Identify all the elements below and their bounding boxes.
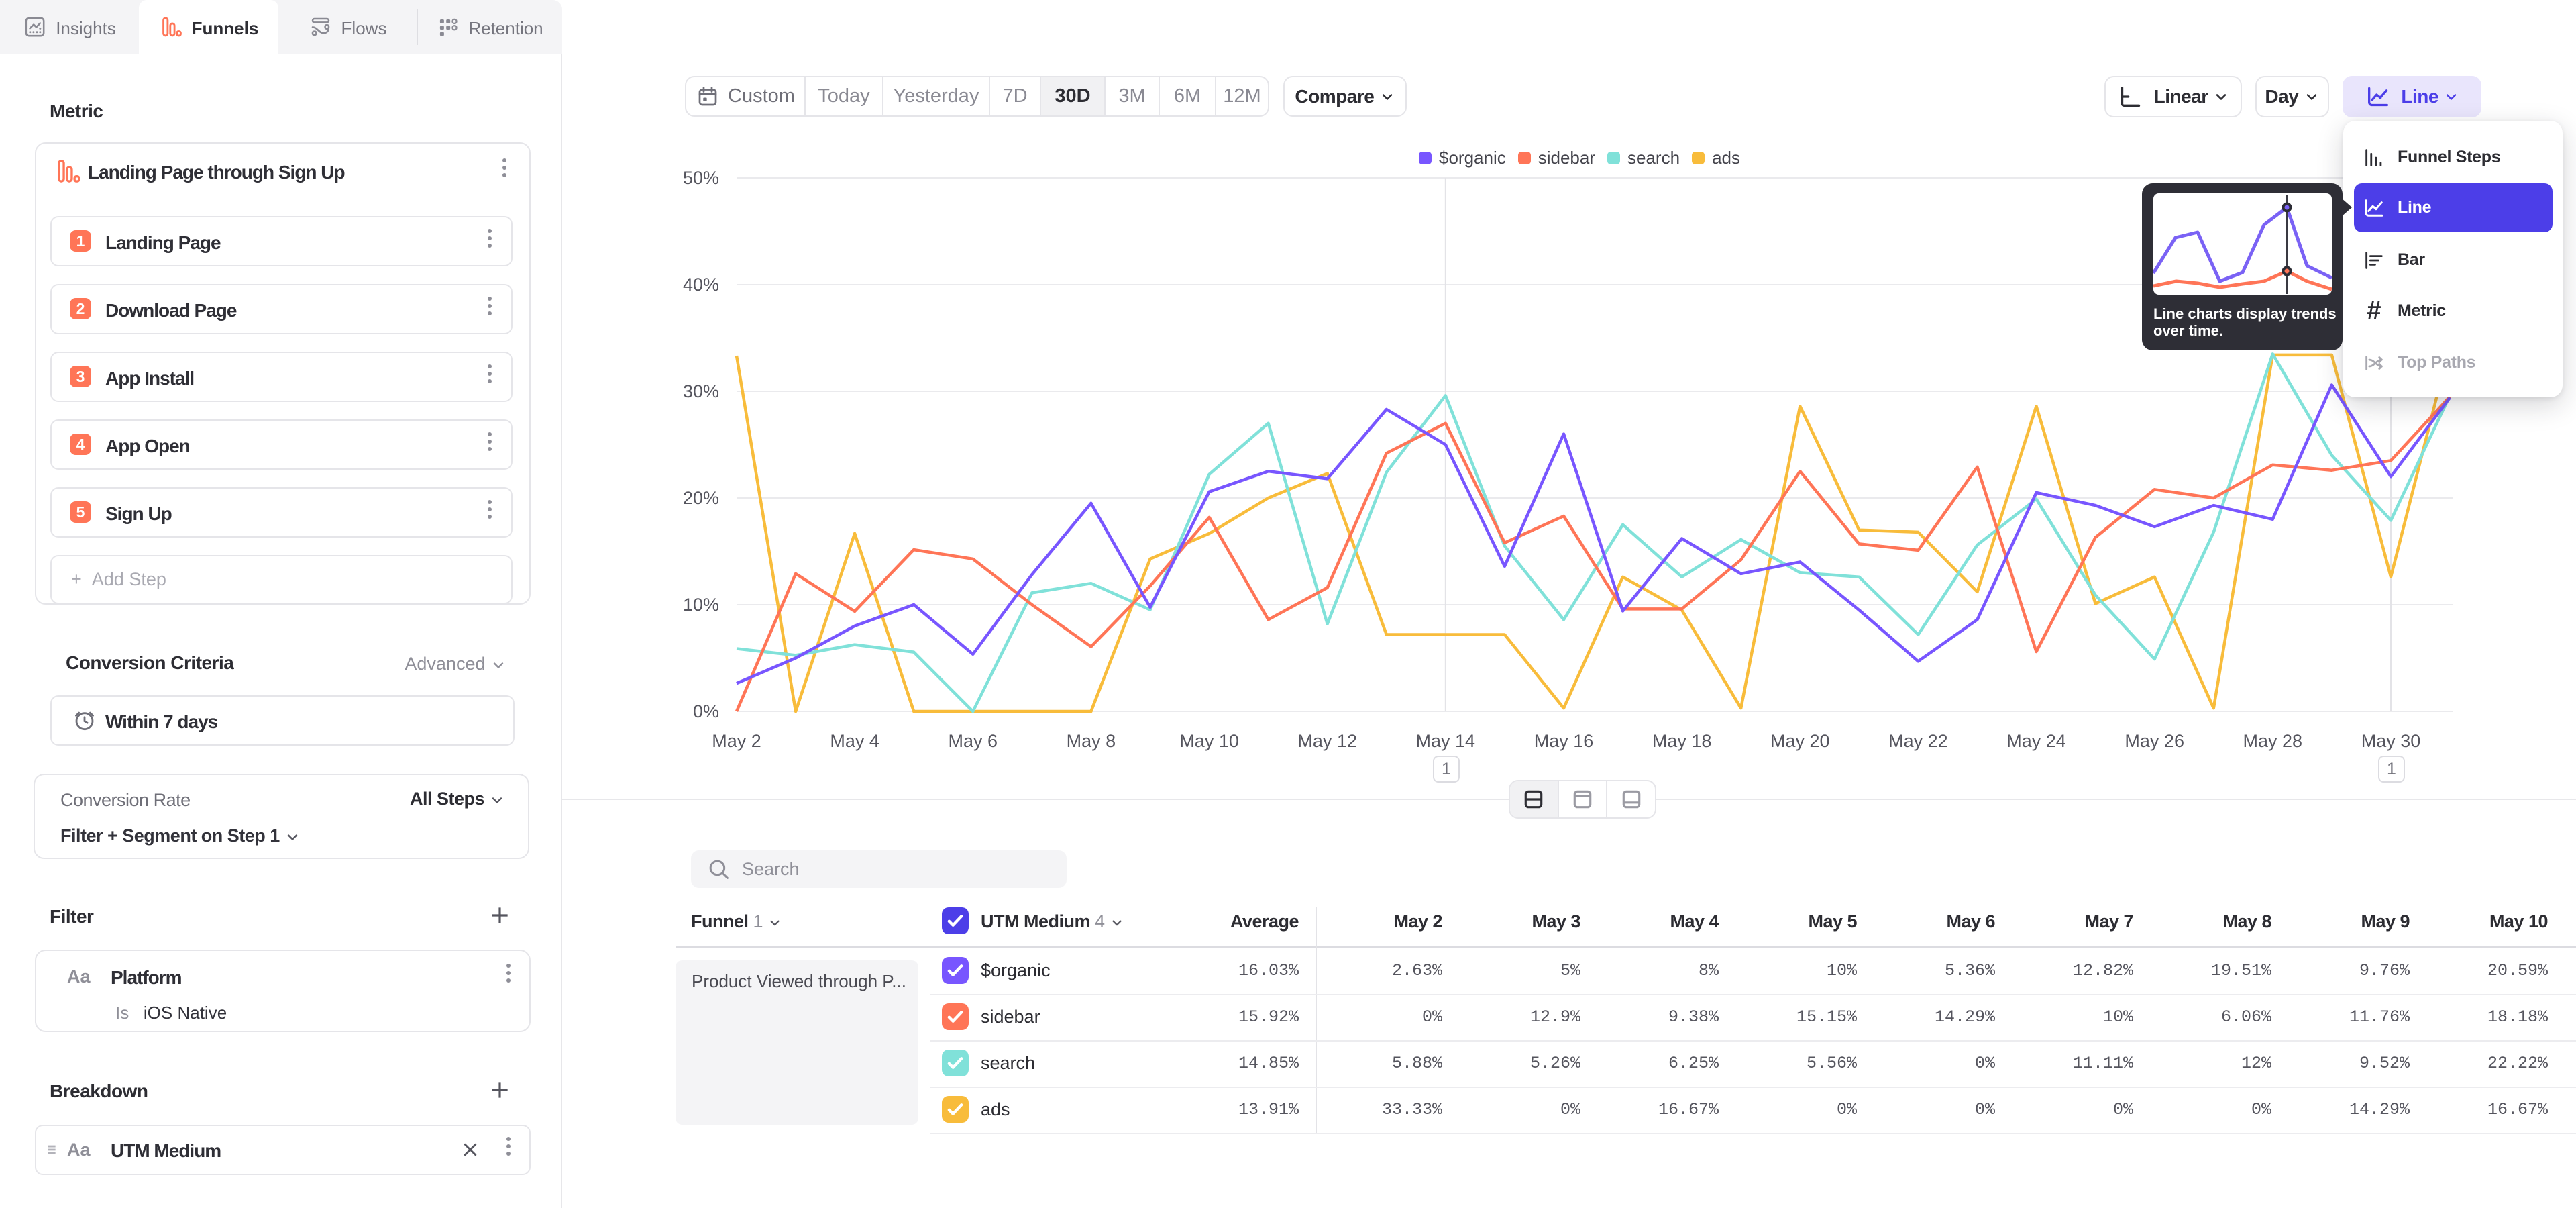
svg-text:May 2: May 2 [712,731,761,751]
svg-text:May 18: May 18 [1652,731,1712,751]
svg-text:May 10: May 10 [1179,731,1239,751]
svg-text:May 6: May 6 [949,731,998,751]
svg-text:10%: 10% [683,595,719,615]
svg-text:May 4: May 4 [830,731,879,751]
svg-text:May 26: May 26 [2125,731,2184,751]
svg-text:May 20: May 20 [1770,731,1830,751]
svg-text:May 30: May 30 [2361,731,2421,751]
svg-text:20%: 20% [683,488,719,508]
svg-text:40%: 40% [683,274,719,295]
svg-text:30%: 30% [683,381,719,401]
svg-text:May 24: May 24 [2006,731,2066,751]
svg-text:May 16: May 16 [1534,731,1594,751]
svg-text:May 14: May 14 [1416,731,1476,751]
svg-text:0%: 0% [693,701,719,721]
svg-text:May 8: May 8 [1067,731,1116,751]
svg-text:May 22: May 22 [1888,731,1948,751]
svg-text:May 28: May 28 [2243,731,2303,751]
svg-text:50%: 50% [683,168,719,188]
svg-text:May 12: May 12 [1297,731,1357,751]
